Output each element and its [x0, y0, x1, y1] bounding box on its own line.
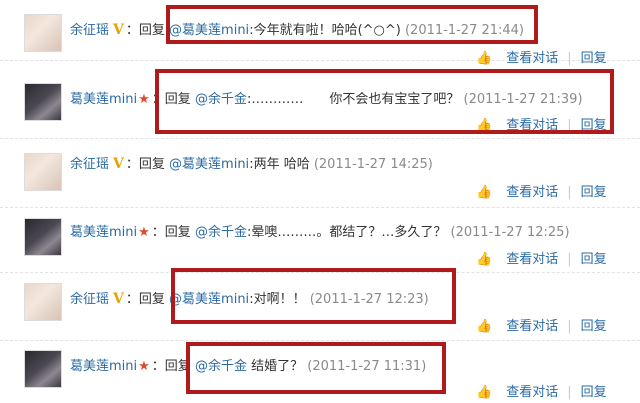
- username-link[interactable]: 余征瑶: [70, 23, 109, 38]
- avatar[interactable]: [24, 283, 62, 321]
- view-conversation-link[interactable]: 查看对话: [506, 181, 558, 200]
- reply-prefix: ：回复: [125, 23, 165, 38]
- comment-text: :两年 哈哈: [249, 157, 310, 172]
- divider: |: [567, 51, 572, 66]
- reply-link[interactable]: 回复: [581, 381, 607, 400]
- divider: |: [567, 319, 572, 334]
- row-separator: [0, 207, 640, 208]
- comment-line: 余征瑶 V ：回复 @葛美莲mini:两年 哈哈 (2011-1-27 14:25): [70, 153, 433, 172]
- view-conversation-link[interactable]: 查看对话: [506, 381, 558, 400]
- thumbs-up-icon[interactable]: 👍: [476, 252, 492, 267]
- username-link[interactable]: 葛美莲mini: [70, 225, 137, 240]
- divider: |: [567, 252, 572, 267]
- highlight-box: [186, 342, 446, 394]
- thumbs-up-icon[interactable]: 👍: [476, 185, 492, 200]
- timestamp: (2011-1-27 14:25): [313, 157, 433, 172]
- divider: |: [567, 185, 572, 200]
- thumbs-up-icon[interactable]: 👍: [476, 319, 492, 334]
- avatar[interactable]: [24, 350, 62, 388]
- avatar[interactable]: [24, 153, 62, 191]
- verified-v-icon: V: [113, 156, 124, 172]
- reply-prefix: ：回复: [125, 292, 165, 307]
- avatar[interactable]: [24, 218, 62, 256]
- reply-prefix: ：回复: [151, 225, 191, 240]
- highlight-box: [171, 268, 456, 324]
- star-badge-icon: ★: [138, 225, 150, 240]
- reply-link[interactable]: 回复: [581, 248, 607, 267]
- comment-actions: 👍 查看对话 | 回复: [476, 248, 607, 267]
- username-link[interactable]: 余征瑶: [70, 157, 109, 172]
- view-conversation-link[interactable]: 查看对话: [506, 248, 558, 267]
- thumbs-up-icon[interactable]: 👍: [476, 385, 492, 400]
- row-separator: [0, 340, 640, 341]
- reply-prefix: ：回复: [151, 359, 191, 374]
- star-badge-icon: ★: [138, 359, 150, 374]
- timestamp: (2011-1-27 12:25): [450, 225, 570, 240]
- comment-actions: 👍 查看对话 | 回复: [476, 181, 607, 200]
- username-link[interactable]: 余征瑶: [70, 292, 109, 307]
- mention-link[interactable]: @葛美莲mini: [169, 157, 249, 172]
- divider: |: [567, 385, 572, 400]
- comment-line: 葛美莲mini★ ：回复 @余千金:晕噢………。都结了？…多久了？ (2011-1…: [70, 221, 570, 240]
- star-badge-icon: ★: [138, 92, 150, 107]
- thumbs-up-icon[interactable]: 👍: [476, 51, 492, 66]
- view-conversation-link[interactable]: 查看对话: [506, 47, 558, 66]
- username-link[interactable]: 葛美莲mini: [70, 92, 137, 107]
- reply-link[interactable]: 回复: [581, 181, 607, 200]
- comment-actions: 👍 查看对话 | 回复: [476, 381, 607, 400]
- reply-link[interactable]: 回复: [581, 315, 607, 334]
- username-link[interactable]: 葛美莲mini: [70, 359, 137, 374]
- reply-link[interactable]: 回复: [581, 47, 607, 66]
- reply-prefix: ：回复: [125, 157, 165, 172]
- mention-link[interactable]: @余千金: [195, 225, 247, 240]
- avatar[interactable]: [24, 83, 62, 121]
- comment-actions: 👍 查看对话 | 回复: [476, 315, 607, 334]
- comment-actions: 👍 查看对话 | 回复: [476, 47, 607, 66]
- avatar[interactable]: [24, 14, 62, 52]
- highlight-box: [166, 5, 538, 44]
- view-conversation-link[interactable]: 查看对话: [506, 315, 558, 334]
- verified-v-icon: V: [113, 22, 124, 38]
- highlight-box: [155, 69, 614, 134]
- verified-v-icon: V: [113, 291, 124, 307]
- row-separator: [0, 138, 640, 139]
- comment-text: :晕噢………。都结了？…多久了？: [246, 225, 447, 240]
